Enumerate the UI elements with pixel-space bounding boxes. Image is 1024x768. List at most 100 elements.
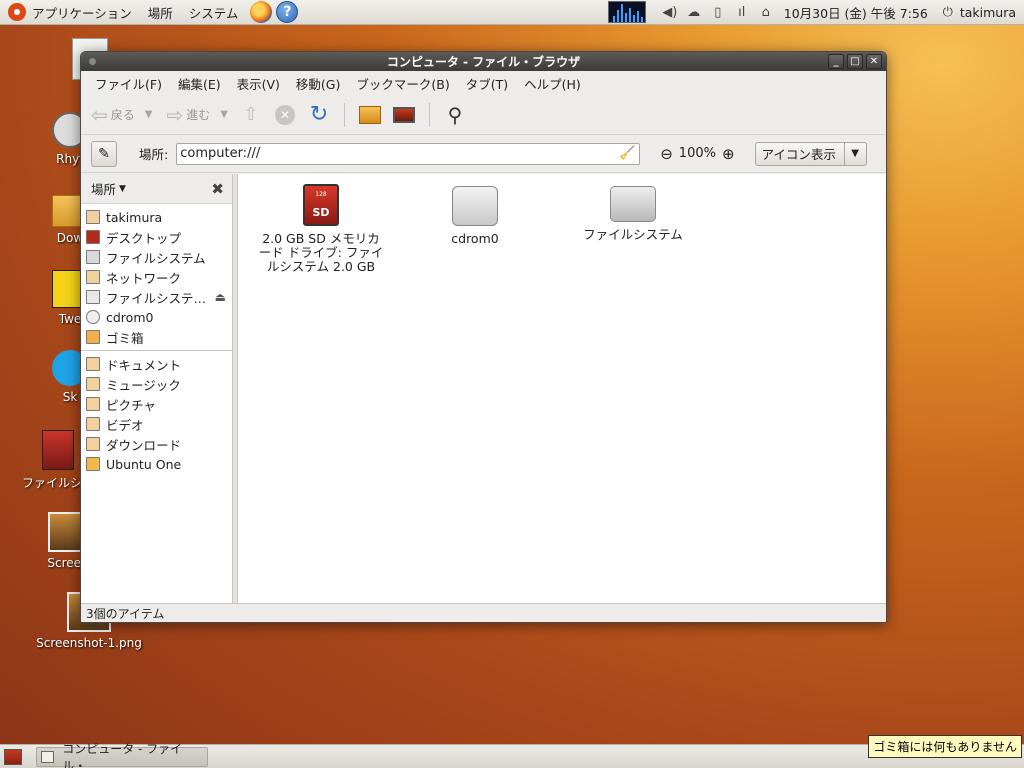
sd-card-badge: SD — [312, 206, 330, 219]
menu-go[interactable]: 移動(G) — [288, 74, 348, 93]
sidebar-item-label: ダウンロード — [106, 437, 182, 453]
sidebar-item-videos[interactable]: ビデオ — [81, 414, 232, 434]
window-menu-icon[interactable] — [89, 58, 96, 65]
computer-icon[interactable] — [391, 102, 417, 128]
menu-bookmarks[interactable]: ブックマーク(B) — [348, 74, 457, 93]
desktop-icon-label: Screenshot-1.png — [36, 636, 142, 650]
signal-icon[interactable]: ıl — [732, 2, 752, 22]
taskbar-button-file-browser[interactable]: コンピュータ - ファイル・... — [36, 742, 208, 768]
sidebar-item-desktop[interactable]: デスクトップ — [81, 227, 232, 247]
cloud-icon[interactable]: ☁ — [684, 2, 704, 22]
menu-file[interactable]: ファイル(F) — [87, 74, 170, 93]
sidebar-item-label: ビデオ — [106, 417, 144, 433]
view-mode-select[interactable]: アイコン表示 ▼ — [754, 141, 867, 166]
stop-icon[interactable]: ✕ — [272, 102, 298, 128]
volume-icon[interactable]: ◀) — [660, 2, 680, 22]
folder-videos-icon — [86, 417, 100, 431]
chevron-down-icon: ▼ — [843, 142, 866, 165]
title-bar[interactable]: コンピュータ - ファイル・ブラウザ _ □ ✕ — [81, 52, 886, 71]
chevron-down-icon[interactable]: ▼ — [145, 109, 153, 120]
sidebar-item-cdrom[interactable]: cdrom0 — [81, 307, 232, 327]
sidebar-item-sd-drive[interactable]: ファイルシステ… ⏏ — [81, 287, 232, 307]
ubuntu-logo-icon[interactable] — [8, 3, 26, 21]
maximize-button[interactable]: □ — [847, 54, 863, 69]
file-item-cdrom[interactable]: cdrom0 — [430, 186, 520, 246]
taskbar-button-label: コンピュータ - ファイル・... — [62, 741, 183, 768]
sidebar-item-label: ネットワーク — [106, 270, 182, 286]
sidebar-item-home[interactable]: takimura — [81, 207, 232, 227]
menu-edit[interactable]: 編集(E) — [170, 74, 229, 93]
show-desktop-button[interactable] — [4, 748, 22, 765]
sidebar-item-label: ドキュメント — [106, 357, 182, 373]
sidebar-item-label: ファイルシステ… — [106, 290, 207, 306]
sd-card-icon — [42, 430, 74, 470]
location-input[interactable]: computer:/// 🧹 — [176, 142, 641, 165]
power-icon[interactable]: ⏻ — [938, 2, 958, 22]
sidebar-header[interactable]: 場所 ▼ ✖ — [81, 174, 232, 204]
sidebar-item-ubuntu-one[interactable]: Ubuntu One — [81, 454, 232, 474]
sidebar-item-filesystem[interactable]: ファイルシステム — [81, 247, 232, 267]
file-item-label: cdrom0 — [451, 231, 499, 246]
sidebar-item-pictures[interactable]: ピクチャ — [81, 394, 232, 414]
file-item-sd-card[interactable]: 128 SD 2.0 GB SD メモリカード ドライブ: ファイルシステム 2… — [256, 184, 386, 274]
menu-view[interactable]: 表示(V) — [229, 74, 288, 93]
location-label: 場所: — [139, 147, 169, 162]
status-bar: 3個のアイテム — [81, 603, 886, 622]
sidebar-item-network[interactable]: ネットワーク — [81, 267, 232, 287]
toolbar-separator — [343, 102, 345, 127]
clock[interactable]: 10月30日 (金) 午後 7:56 — [784, 3, 928, 22]
menu-places[interactable]: 場所 — [140, 3, 181, 22]
back-label: 戻る — [110, 108, 135, 122]
network-icon[interactable]: ⌂ — [756, 2, 776, 22]
menu-system[interactable]: システム — [181, 3, 247, 22]
location-value: computer:/// — [180, 146, 261, 161]
harddisk-icon — [86, 250, 100, 264]
home-icon[interactable] — [357, 102, 383, 128]
window-title: コンピュータ - ファイル・ブラウザ — [386, 55, 581, 69]
system-monitor-icon[interactable] — [607, 1, 646, 23]
cdrom-icon — [86, 310, 100, 324]
help-icon[interactable]: ? — [276, 1, 299, 23]
folder-icon — [86, 457, 100, 471]
menu-tabs[interactable]: タブ(T) — [458, 74, 516, 93]
sidebar-item-downloads[interactable]: ダウンロード — [81, 434, 232, 454]
up-arrow-icon[interactable]: ⇧ — [238, 102, 264, 128]
forward-label: 進む — [186, 108, 211, 122]
edit-location-button[interactable]: ✎ — [91, 140, 117, 167]
sidebar-item-label: デスクトップ — [106, 230, 182, 246]
sidebar-item-music[interactable]: ミュージック — [81, 374, 232, 394]
menu-help[interactable]: ヘルプ(H) — [516, 74, 589, 93]
back-button[interactable]: ⇦ 戻る ▼ — [91, 103, 152, 127]
close-button[interactable]: ✕ — [866, 54, 882, 69]
forward-arrow-icon: ⇨ — [166, 102, 184, 127]
zoom-level: 100% — [678, 146, 716, 161]
menu-applications[interactable]: アプリケーション — [26, 3, 140, 22]
minimize-button[interactable]: _ — [828, 54, 844, 69]
pencil-icon: ✎ — [98, 145, 110, 162]
file-item-filesystem[interactable]: ファイルシステム — [578, 186, 688, 242]
zoom-in-icon[interactable]: ⊕ — [722, 145, 735, 163]
close-sidebar-icon[interactable]: ✖ — [211, 180, 224, 198]
reload-icon[interactable]: ↻ — [306, 102, 332, 128]
chevron-down-icon[interactable]: ▼ — [220, 109, 228, 120]
zoom-out-icon[interactable]: ⊖ — [660, 145, 673, 163]
sidebar-item-trash[interactable]: ゴミ箱 — [81, 327, 232, 347]
clear-icon[interactable]: 🧹 — [619, 146, 635, 161]
sd-card-icon: 128 SD — [303, 184, 339, 226]
eject-icon[interactable]: ⏏ — [215, 290, 226, 304]
drive-icon — [86, 290, 100, 304]
toolbar-separator — [428, 102, 430, 127]
status-text: 3個のアイテム — [86, 606, 165, 621]
user-name[interactable]: takimura — [960, 5, 1016, 20]
forward-button[interactable]: ⇨ 進む ▼ — [166, 103, 227, 127]
firefox-icon[interactable] — [250, 1, 273, 23]
file-item-label: 2.0 GB SD メモリカード ドライブ: ファイルシステム 2.0 GB — [258, 231, 384, 274]
desktop-icon — [86, 230, 100, 244]
file-view-pane[interactable]: 128 SD 2.0 GB SD メモリカード ドライブ: ファイルシステム 2… — [238, 174, 886, 603]
search-icon[interactable]: ⚲ — [442, 102, 468, 128]
sidebar-item-label: takimura — [106, 209, 163, 225]
sidebar-item-label: Ubuntu One — [106, 456, 182, 472]
battery-icon[interactable]: ▯ — [708, 2, 728, 22]
sidebar-item-documents[interactable]: ドキュメント — [81, 354, 232, 374]
folder-downloads-icon — [86, 437, 100, 451]
